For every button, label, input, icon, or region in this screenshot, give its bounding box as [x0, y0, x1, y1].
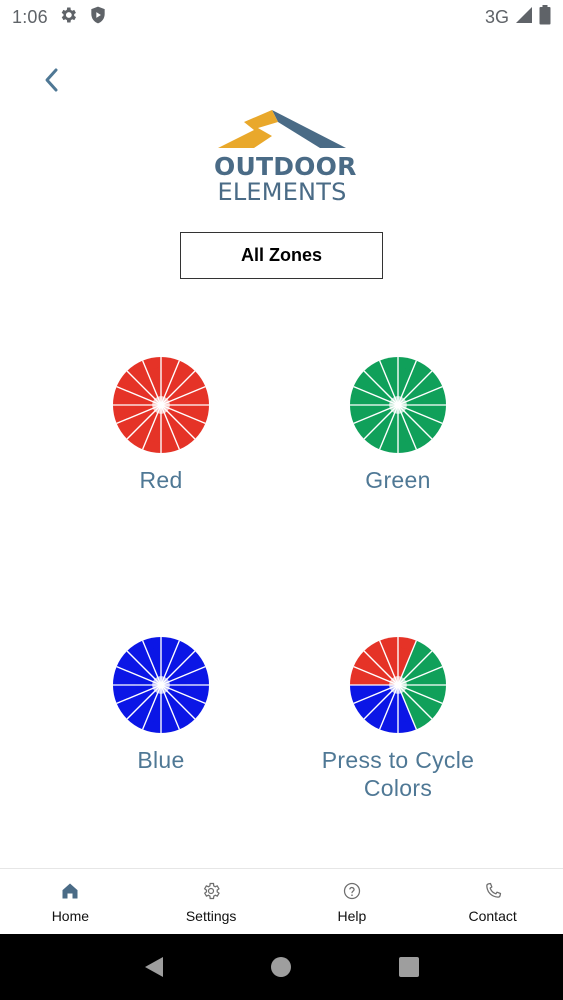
square-recents-icon	[399, 957, 420, 977]
outdoor-elements-logo: OUTDOOR ELEMENTS	[214, 108, 357, 206]
circle-home-icon	[271, 957, 292, 977]
green-color-wheel-icon	[349, 356, 447, 454]
nav-label-help: Help	[337, 908, 367, 924]
phone-icon	[485, 882, 501, 898]
color-option-green[interactable]: Green	[288, 356, 508, 494]
color-label-cycle: Press to Cycle Colors	[321, 747, 475, 801]
status-left: 1:06	[12, 5, 108, 30]
color-option-red[interactable]: Red	[51, 356, 271, 494]
blue-color-wheel-icon	[112, 636, 210, 734]
system-back-button[interactable]	[139, 952, 169, 982]
back-button[interactable]	[34, 62, 70, 98]
color-option-cycle[interactable]: Press to Cycle Colors	[288, 636, 508, 802]
nav-item-home[interactable]: Home	[0, 869, 141, 935]
logo-mountain-icon	[218, 110, 346, 148]
logo-text-elements: ELEMENTS	[217, 178, 347, 206]
settings-status-icon	[58, 5, 78, 30]
status-time: 1:06	[12, 6, 48, 27]
color-label-green: Green	[365, 467, 431, 493]
app-screen: 1:06 3G OUTDOOR ELEMENTS All Zones Red G…	[0, 0, 563, 1000]
red-color-wheel-icon	[112, 356, 210, 454]
signal-icon	[515, 6, 533, 29]
color-label-red: Red	[139, 467, 183, 493]
system-home-button[interactable]	[266, 952, 296, 982]
help-icon	[343, 882, 360, 900]
zone-selector-button[interactable]: All Zones	[180, 232, 383, 279]
color-label-blue: Blue	[137, 747, 185, 773]
shield-play-status-icon	[88, 5, 108, 30]
status-bar: 1:06 3G	[0, 0, 563, 34]
system-navigation-bar	[0, 934, 563, 1000]
nav-item-help[interactable]: Help	[282, 869, 423, 935]
color-option-blue[interactable]: Blue	[51, 636, 271, 774]
logo-text-outdoor: OUTDOOR	[214, 152, 357, 181]
nav-item-contact[interactable]: Contact	[422, 869, 563, 935]
triangle-back-icon	[144, 957, 163, 977]
bottom-navigation: Home Settings Help Contact	[0, 868, 563, 935]
home-icon	[62, 883, 78, 899]
battery-icon	[539, 4, 551, 30]
system-recents-button[interactable]	[394, 952, 424, 982]
status-right: 3G	[484, 4, 551, 30]
nav-label-home: Home	[51, 908, 90, 924]
network-type: 3G	[484, 6, 509, 27]
nav-label-settings: Settings	[185, 908, 237, 924]
multicolor-wheel-icon	[349, 636, 447, 734]
chevron-left-icon	[45, 68, 58, 92]
nav-item-settings[interactable]: Settings	[141, 869, 282, 935]
nav-label-contact: Contact	[468, 908, 517, 924]
gear-icon	[203, 882, 220, 900]
